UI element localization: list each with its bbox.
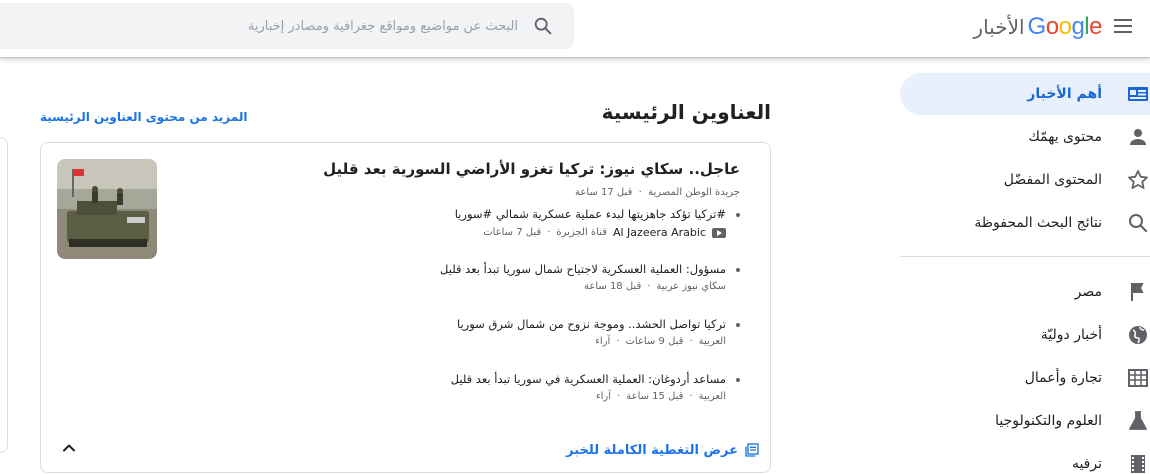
separator: ·	[616, 336, 620, 347]
story-title[interactable]: #تركيا تؤكد جاهزيتها لبدء عملية عسكرية ش…	[180, 207, 726, 221]
separator: ·	[547, 227, 551, 238]
sidebar-item-label: ترفيه	[1071, 456, 1102, 472]
sidebar-item-entertainment[interactable]: ترفيه	[900, 443, 1150, 474]
full-coverage-link[interactable]: عرض التغطية الكاملة للخبر	[566, 442, 760, 458]
separator: ·	[617, 391, 621, 402]
video-icon	[712, 227, 726, 238]
sidebar-item-world[interactable]: أخبار دوليّة	[900, 314, 1150, 356]
story-source-alt: قناة الجزيرة	[556, 227, 607, 238]
lead-story-title[interactable]: عاجل.. سكاي نيوز: تركيا تغزو الأراضي الس…	[180, 157, 740, 181]
story-time: قبل 15 ساعة	[626, 391, 684, 402]
google-wordmark: Google	[1027, 13, 1103, 40]
story-meta: العربية · قبل 9 ساعات · آراء	[180, 336, 726, 347]
story-source[interactable]: العربية	[699, 391, 726, 402]
sidebar-item-business[interactable]: تجارة وأعمال	[900, 357, 1150, 399]
story-time: قبل 18 ساعة	[584, 281, 642, 292]
menu-icon-bar	[1114, 25, 1132, 27]
bullet	[736, 323, 740, 327]
sidebar-item-saved-searches[interactable]: نتائج البحث المحفوظة	[900, 202, 1150, 244]
sidebar-item-label: أهم الأخبار	[1027, 86, 1102, 102]
story-source[interactable]: Al Jazeera Arabic	[613, 226, 706, 239]
story-meta: Al Jazeera Arabic قناة الجزيرة · قبل 7 س…	[180, 226, 726, 239]
flag-icon	[1131, 283, 1144, 301]
sidebar-item-egypt[interactable]: مصر	[900, 271, 1150, 313]
news-wordmark: الأخبار	[973, 15, 1025, 39]
section-title: العناوين الرئيسية	[601, 100, 771, 124]
list-item: مساعد أردوغان: العملية العسكرية في سوريا…	[180, 372, 740, 402]
search-icon	[1129, 214, 1148, 233]
story-meta: سكاي نيوز عربية · قبل 18 ساعة	[180, 281, 726, 292]
story-title[interactable]: مسؤول: العملية العسكرية لاجتياح شمال سور…	[180, 262, 726, 276]
story-title[interactable]: مساعد أردوغان: العملية العسكرية في سوريا…	[180, 372, 726, 386]
menu-icon-bar	[1114, 19, 1132, 21]
armored-vehicle-image	[57, 159, 157, 259]
story-time: قبل 9 ساعات	[625, 336, 684, 347]
sidebar-item-label: مصر	[1074, 284, 1102, 300]
story-source[interactable]: العربية	[699, 336, 726, 347]
sidebar-item-top-stories[interactable]: أهم الأخبار	[900, 73, 1150, 115]
sidebar-item-label: نتائج البحث المحفوظة	[974, 215, 1102, 231]
top-app-bar: Google الأخبار	[0, 0, 1150, 57]
lead-story-meta: جريدة الوطن المصرية · قبل 17 ساعة	[575, 187, 740, 198]
search-input[interactable]	[38, 3, 518, 49]
story-time: قبل 7 ساعات	[483, 227, 542, 238]
search-icon[interactable]	[532, 15, 554, 37]
separator: ·	[647, 281, 651, 292]
story-meta: العربية · قبل 15 ساعة · آراء	[180, 391, 726, 402]
more-headlines-link[interactable]: المزيد من محتوى العناوين الرئيسية	[40, 110, 247, 124]
story-tag: آراء	[595, 336, 611, 347]
story-title[interactable]: تركيا تواصل الحشد.. وموجة نزوح من شمال ش…	[180, 317, 726, 331]
chevron-up-icon[interactable]	[59, 438, 79, 458]
story-thumbnail[interactable]	[57, 159, 157, 259]
bullet	[736, 268, 740, 272]
full-coverage-label: عرض التغطية الكاملة للخبر	[566, 442, 738, 458]
sidebar-item-favorites[interactable]: المحتوى المفضّل	[900, 159, 1150, 201]
sidebar-item-science-tech[interactable]: العلوم والتكنولوجيا	[900, 400, 1150, 442]
business-icon	[1128, 369, 1148, 387]
bullet	[736, 213, 740, 217]
person-icon	[1130, 129, 1146, 145]
full-coverage-icon	[745, 443, 759, 457]
menu-icon-bar	[1114, 31, 1132, 33]
sidebar-item-label: المحتوى المفضّل	[1003, 172, 1102, 188]
list-item: تركيا تواصل الحشد.. وموجة نزوح من شمال ش…	[180, 317, 740, 347]
adjacent-card-edge	[0, 137, 8, 453]
section-header: العناوين الرئيسية المزيد من محتوى العناو…	[40, 96, 771, 128]
list-item: مسؤول: العملية العسكرية لاجتياح شمال سور…	[180, 262, 740, 292]
story-source[interactable]: سكاي نيوز عربية	[656, 281, 726, 292]
sidebar-item-label: تجارة وأعمال	[1024, 370, 1102, 386]
story-card: عاجل.. سكاي نيوز: تركيا تغزو الأراضي الس…	[40, 142, 771, 473]
google-news-logo[interactable]: Google الأخبار	[973, 12, 1102, 42]
story-tag: آراء	[595, 391, 612, 402]
flask-icon	[1129, 411, 1147, 430]
sidebar-divider	[900, 256, 1150, 257]
sidebar-item-for-you[interactable]: محتوى يهمّك	[900, 116, 1150, 158]
sidebar-item-label: العلوم والتكنولوجيا	[995, 413, 1102, 429]
sidebar-nav: أهم الأخبار محتوى يهمّك المحتوى المفضّل …	[900, 73, 1150, 474]
sidebar-item-label: أخبار دوليّة	[1040, 327, 1102, 343]
globe-icon	[1129, 326, 1147, 344]
film-icon	[1131, 455, 1145, 473]
bullet	[736, 378, 740, 382]
search-bar[interactable]	[0, 3, 574, 49]
star-icon	[1128, 170, 1148, 189]
story-source[interactable]: جريدة الوطن المصرية	[648, 187, 740, 198]
main-content: العناوين الرئيسية المزيد من محتوى العناو…	[40, 96, 771, 473]
top-stories-icon	[1128, 87, 1148, 101]
main-menu-button[interactable]	[1111, 14, 1135, 38]
separator: ·	[689, 391, 693, 402]
story-time: قبل 17 ساعة	[575, 187, 633, 198]
list-item: #تركيا تؤكد جاهزيتها لبدء عملية عسكرية ش…	[180, 207, 740, 239]
separator: ·	[689, 336, 693, 347]
sidebar-item-label: محتوى يهمّك	[1028, 129, 1102, 145]
